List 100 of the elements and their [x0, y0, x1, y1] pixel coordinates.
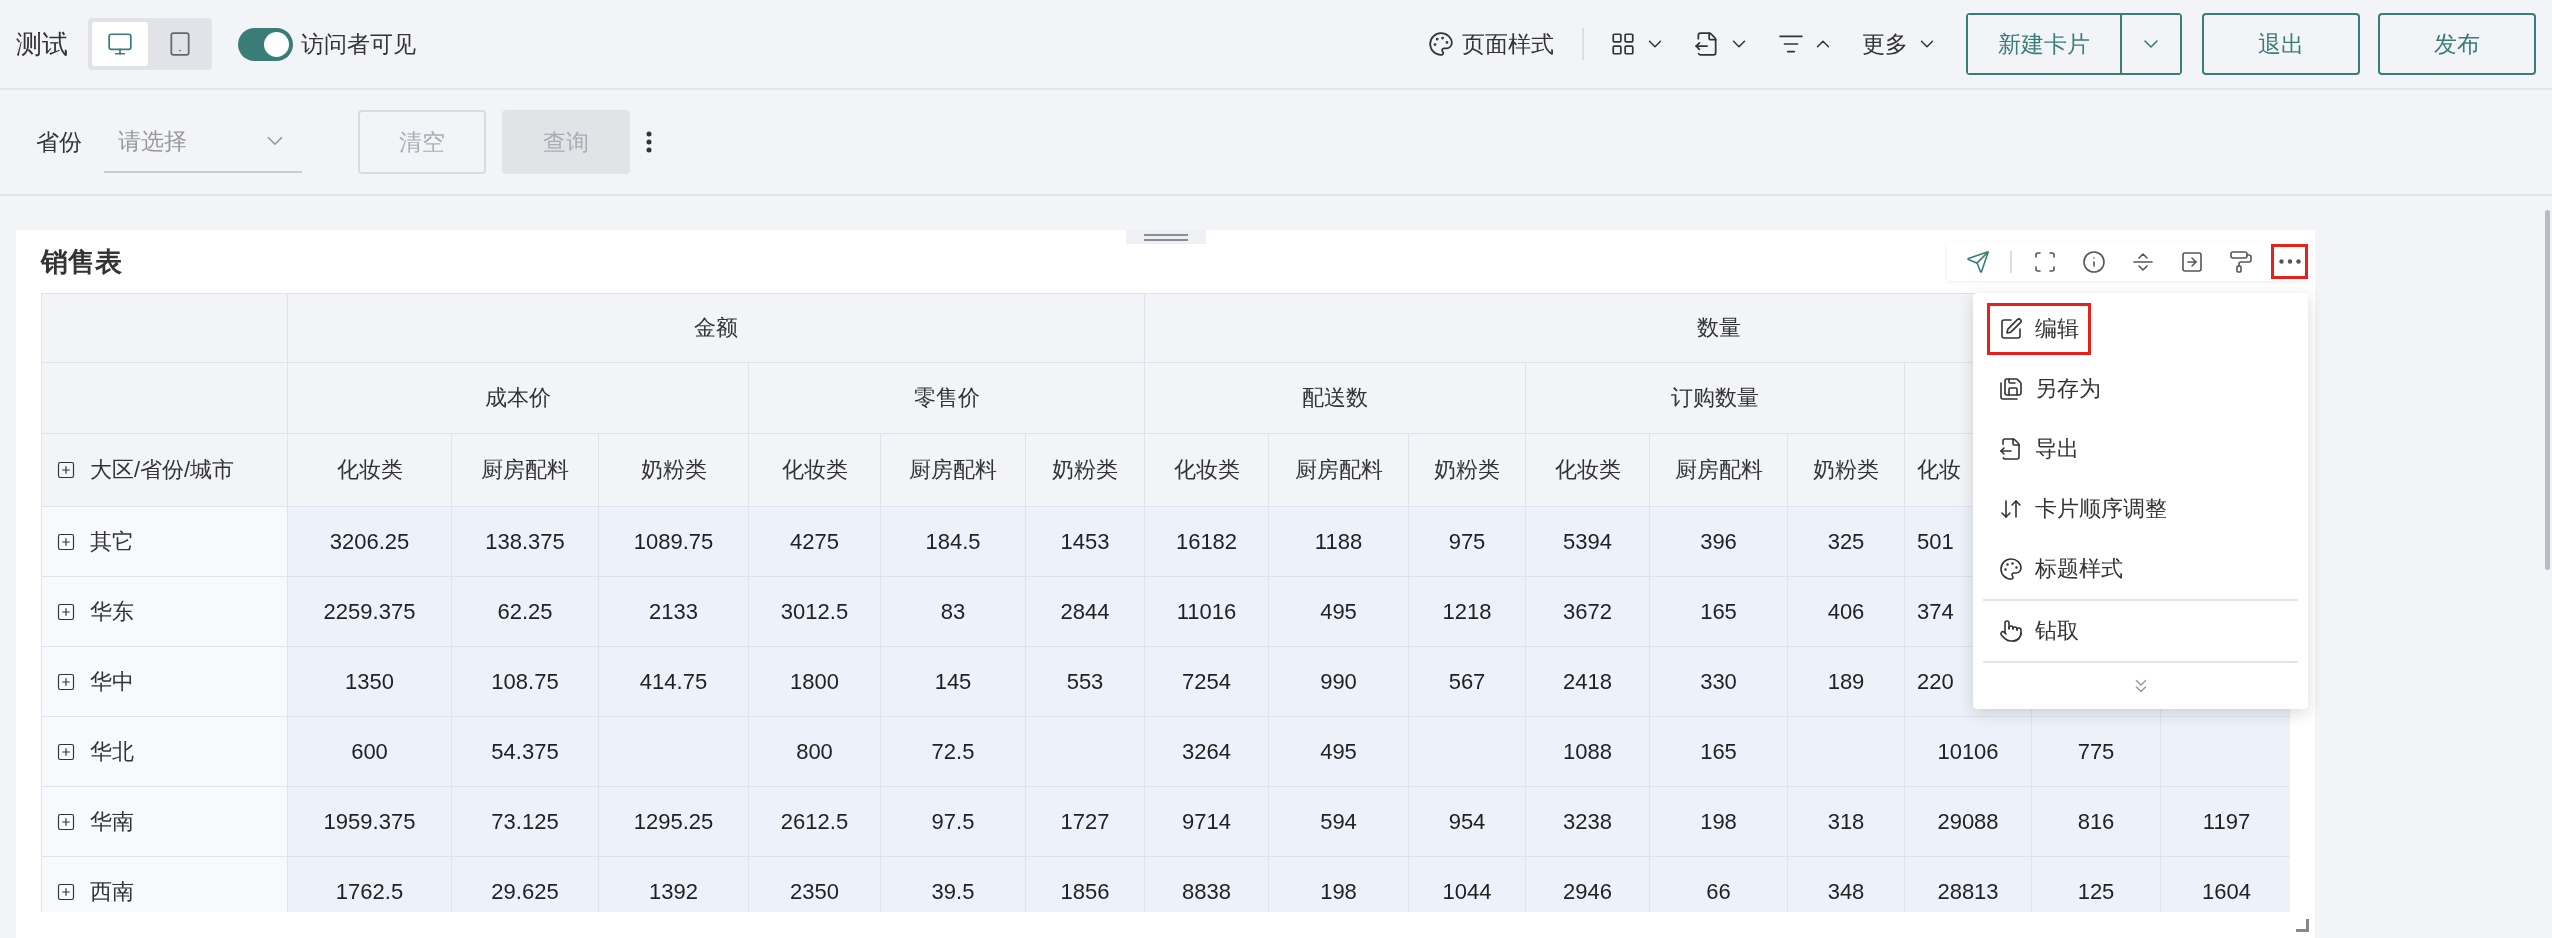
expand-icon[interactable]	[56, 531, 76, 552]
table-cell: 1350	[287, 646, 452, 717]
table-cell: 3012.5	[748, 576, 881, 647]
table-cell: 198	[1268, 856, 1409, 912]
table-cell: 567	[1408, 646, 1526, 717]
visibility-toggle[interactable]	[238, 27, 293, 61]
palette-icon	[1428, 31, 1454, 57]
header-button[interactable]: 发布	[2378, 13, 2536, 75]
file-export-icon	[1999, 437, 2023, 461]
subgroup-header: 配送数	[1144, 362, 1526, 434]
table-cell: 39.5	[880, 856, 1026, 912]
table-cell: 165	[1649, 576, 1788, 647]
table-cell: 165	[1649, 716, 1788, 787]
table-cell: 3672	[1525, 576, 1650, 647]
expand-icon[interactable]	[56, 741, 76, 762]
page-style-button[interactable]: 页面样式	[1428, 28, 1554, 60]
table-cell: 553	[1025, 646, 1145, 717]
table-cell: 73.125	[451, 786, 599, 857]
table-cell: 2612.5	[748, 786, 881, 857]
table-cell: 184.5	[880, 506, 1026, 577]
more-icon	[2278, 259, 2301, 264]
table-cell: 2133	[598, 576, 749, 647]
expand-icon[interactable]	[56, 881, 76, 902]
table-cell: 775	[2031, 716, 2161, 787]
table-cell: 816	[2031, 786, 2161, 857]
table-cell: 8838	[1144, 856, 1269, 912]
table-cell: 16182	[1144, 506, 1269, 577]
kebab-icon[interactable]	[646, 131, 652, 153]
table-cell: 138.375	[451, 506, 599, 577]
desktop-mode-button[interactable]	[92, 22, 148, 66]
file-export-icon	[1694, 31, 1720, 57]
table-cell: 72.5	[880, 716, 1026, 787]
table-cell: 1856	[1025, 856, 1145, 912]
table-cell: 3206.25	[287, 506, 452, 577]
table-cell: 1295.25	[598, 786, 749, 857]
table-cell: 330	[1649, 646, 1788, 717]
table-cell: 2418	[1525, 646, 1650, 717]
column-header: 奶粉类	[1408, 433, 1526, 507]
table-cell: 28813	[1904, 856, 2032, 912]
fullscreen-icon	[2032, 249, 2057, 274]
table-cell: 1218	[1408, 576, 1526, 647]
more-menu-button[interactable]: 更多	[1862, 28, 1938, 60]
info-icon	[2081, 249, 2106, 274]
expand-icon[interactable]	[56, 460, 76, 480]
table-cell: 1762.5	[287, 856, 452, 912]
palette-icon	[1999, 557, 2023, 581]
column-header: 化妆类	[1144, 433, 1269, 507]
table-cell: 108.75	[451, 646, 599, 717]
scrollbar[interactable]	[2545, 210, 2550, 570]
menu-item[interactable]: 编辑	[1987, 303, 2091, 355]
column-header: 厨房配料	[880, 433, 1026, 507]
table-cell: 189	[1787, 646, 1905, 717]
column-header: 化妆类	[748, 433, 881, 507]
table-cell: 1044	[1408, 856, 1526, 912]
region-label: 华北	[90, 737, 134, 766]
sort-icon	[1999, 497, 2023, 521]
table-cell: 1453	[1025, 506, 1145, 577]
table-cell: 325	[1787, 506, 1905, 577]
expand-icon[interactable]	[56, 671, 76, 692]
expand-icon[interactable]	[56, 811, 76, 832]
table-cell: 3264	[1144, 716, 1269, 787]
table-cell: 62.25	[451, 576, 599, 647]
column-header: 奶粉类	[1787, 433, 1905, 507]
region-label: 华中	[90, 667, 134, 696]
region-label: 华东	[90, 597, 134, 626]
table-cell: 348	[1787, 856, 1905, 912]
table-cell: 594	[1268, 786, 1409, 857]
new-card-button[interactable]: 新建卡片	[1968, 15, 2122, 73]
drag-handle[interactable]	[1126, 230, 1206, 244]
table-cell: 2844	[1025, 576, 1145, 647]
table-cell: 800	[748, 716, 881, 787]
monitor-icon	[107, 31, 133, 57]
table-cell: 495	[1268, 716, 1409, 787]
table-cell: 2350	[748, 856, 881, 912]
table-cell: 975	[1408, 506, 1526, 577]
save-icon	[1999, 377, 2023, 401]
column-header: 厨房配料	[451, 433, 599, 507]
table-cell: 318	[1787, 786, 1905, 857]
column-header: 厨房配料	[1268, 433, 1409, 507]
expand-icon[interactable]	[56, 601, 76, 622]
table-cell: 414.75	[598, 646, 749, 717]
more-tool-button[interactable]	[2273, 246, 2306, 277]
subgroup-header: 订购数量	[1525, 362, 1905, 434]
column-header: 奶粉类	[1025, 433, 1145, 507]
table-cell: 7254	[1144, 646, 1269, 717]
column-header: 大区/省份/城市	[90, 456, 235, 484]
table-cell: 29.625	[451, 856, 599, 912]
table-cell: 990	[1268, 646, 1409, 717]
table-cell: 2946	[1525, 856, 1650, 912]
subgroup-header: 成本价	[287, 362, 749, 434]
table-cell: 198	[1649, 786, 1788, 857]
table-cell: 1392	[598, 856, 749, 912]
resize-handle[interactable]	[2296, 919, 2309, 932]
table-cell: 83	[880, 576, 1026, 647]
table-cell: 145	[880, 646, 1026, 717]
header-button[interactable]: 退出	[2202, 13, 2360, 75]
table-cell: 9714	[1144, 786, 1269, 857]
table-cell: 97.5	[880, 786, 1026, 857]
column-header: 奶粉类	[598, 433, 749, 507]
region-label: 西南	[90, 877, 134, 906]
